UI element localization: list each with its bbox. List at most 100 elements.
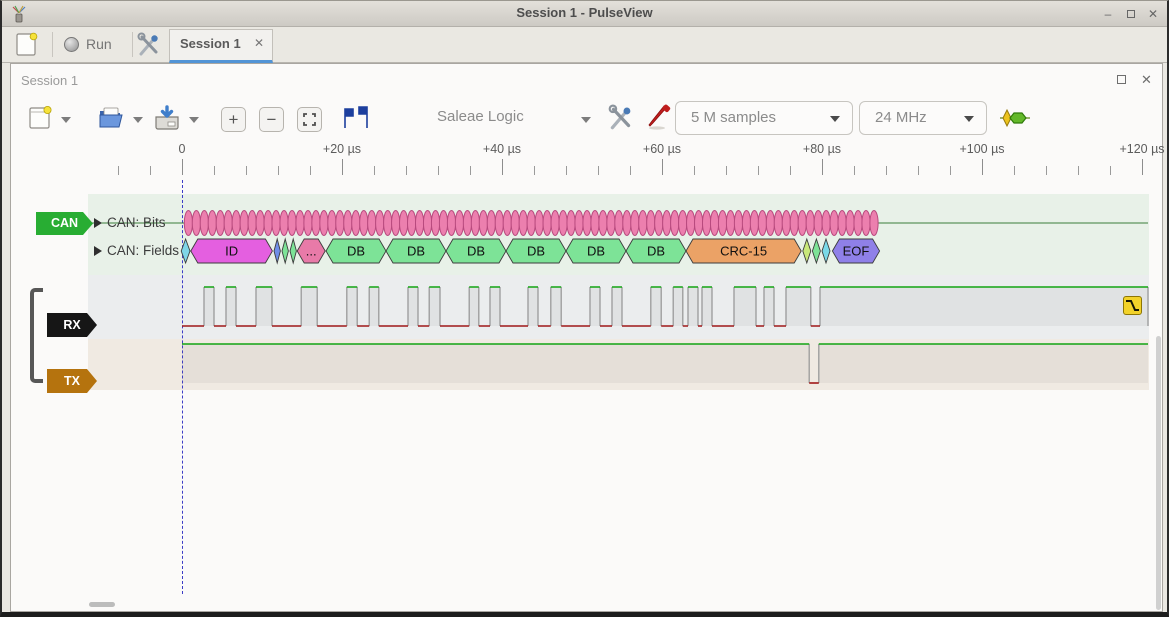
ruler-minor-tick bbox=[566, 166, 567, 175]
device-selector[interactable]: Saleae Logic bbox=[437, 108, 524, 125]
new-session-button[interactable] bbox=[12, 31, 42, 59]
trigger-markers-icon[interactable] bbox=[341, 106, 371, 135]
add-decoder-button[interactable] bbox=[999, 109, 1031, 132]
new-dropdown-arrow[interactable] bbox=[61, 117, 71, 123]
channel-group-bracket[interactable] bbox=[30, 288, 43, 383]
wrench-screwdriver-icon bbox=[607, 104, 635, 132]
new-session-file-button[interactable] bbox=[27, 104, 55, 137]
save-icon bbox=[153, 104, 181, 132]
can-decoder-tag[interactable]: CAN bbox=[36, 212, 93, 235]
chevron-down-icon bbox=[964, 116, 974, 122]
rx-channel-tag[interactable]: RX bbox=[47, 313, 97, 337]
ruler-tick-label: +80 µs bbox=[803, 142, 841, 156]
pulseview-window: Session 1 - PulseView – ✕ Run S bbox=[0, 0, 1169, 617]
tab-close-icon[interactable]: ✕ bbox=[254, 36, 264, 50]
window-title: Session 1 - PulseView bbox=[2, 5, 1167, 20]
decoder-icon bbox=[999, 109, 1031, 127]
expand-arrow-icon[interactable] bbox=[94, 246, 102, 256]
ruler-tick-label: +60 µs bbox=[643, 142, 681, 156]
run-button-label: Run bbox=[86, 36, 112, 52]
ruler-minor-tick bbox=[854, 166, 855, 175]
ruler-minor-tick bbox=[726, 166, 727, 175]
ruler-major-tick bbox=[1142, 159, 1143, 175]
tx-channel-tag[interactable]: TX bbox=[47, 369, 97, 393]
falling-edge-icon bbox=[1124, 297, 1141, 314]
can-bits-row-label: CAN: Bits bbox=[107, 215, 166, 230]
ruler-minor-tick bbox=[438, 166, 439, 175]
open-file-button[interactable] bbox=[97, 104, 125, 137]
close-button[interactable]: ✕ bbox=[1145, 6, 1161, 22]
expand-arrow-icon[interactable] bbox=[94, 218, 102, 228]
ruler-minor-tick bbox=[278, 166, 279, 175]
run-state-icon bbox=[64, 37, 79, 52]
device-dropdown-arrow[interactable] bbox=[581, 117, 591, 123]
sample-rate-value: 24 MHz bbox=[875, 109, 927, 126]
falling-edge-trigger-marker[interactable] bbox=[1123, 296, 1142, 315]
open-folder-icon bbox=[97, 104, 125, 132]
maximize-button[interactable] bbox=[1123, 6, 1139, 22]
window-titlebar[interactable]: Session 1 - PulseView – ✕ bbox=[2, 1, 1167, 27]
save-dropdown-arrow[interactable] bbox=[189, 117, 199, 123]
save-button[interactable] bbox=[153, 104, 181, 137]
time-cursor[interactable] bbox=[182, 180, 183, 594]
zoom-in-button[interactable]: + bbox=[221, 107, 246, 132]
run-button[interactable]: Run bbox=[62, 31, 126, 59]
ruler-minor-tick bbox=[758, 166, 759, 175]
maximize-icon bbox=[1127, 10, 1135, 18]
tx-trace-row[interactable] bbox=[88, 339, 1149, 390]
dock-close-button[interactable]: ✕ bbox=[1141, 72, 1152, 88]
ruler-minor-tick bbox=[310, 166, 311, 175]
ruler-minor-tick bbox=[406, 166, 407, 175]
settings-button[interactable] bbox=[136, 32, 162, 58]
ruler-minor-tick bbox=[150, 166, 151, 175]
ruler-major-tick bbox=[182, 159, 183, 175]
rx-trace-row[interactable] bbox=[88, 275, 1149, 339]
can-fields-row-label: CAN: Fields bbox=[107, 243, 179, 258]
new-document-icon bbox=[27, 104, 55, 132]
session-panel: Session 1 ✕ + bbox=[10, 63, 1163, 612]
main-toolbar: Run Session 1 ✕ bbox=[2, 27, 1167, 63]
ruler-major-tick bbox=[342, 159, 343, 175]
sample-rate-combo[interactable]: 24 MHz bbox=[859, 101, 987, 135]
channels-button[interactable] bbox=[643, 104, 671, 137]
minimize-button[interactable]: – bbox=[1100, 6, 1116, 22]
ruler-tick-label: +20 µs bbox=[323, 142, 361, 156]
ruler-tick-label: +40 µs bbox=[483, 142, 521, 156]
ruler-minor-tick bbox=[630, 166, 631, 175]
horizontal-scrollbar[interactable] bbox=[89, 602, 115, 607]
ruler-tick-label: +120 µs bbox=[1119, 142, 1164, 156]
sample-count-combo[interactable]: 5 M samples bbox=[675, 101, 853, 135]
toolbar-separator bbox=[52, 32, 53, 57]
float-icon bbox=[1117, 75, 1126, 84]
ruler-minor-tick bbox=[886, 166, 887, 175]
can-decoder-row[interactable] bbox=[88, 194, 1149, 275]
dock-title: Session 1 bbox=[21, 73, 78, 88]
tab-label: Session 1 bbox=[180, 36, 241, 51]
zoom-fit-button[interactable] bbox=[297, 107, 322, 132]
chevron-down-icon bbox=[830, 116, 840, 122]
ruler-minor-tick bbox=[1014, 166, 1015, 175]
sample-count-value: 5 M samples bbox=[691, 109, 776, 126]
wrench-screwdriver-icon bbox=[136, 32, 162, 58]
open-dropdown-arrow[interactable] bbox=[133, 117, 143, 123]
ruler-minor-tick bbox=[246, 166, 247, 175]
dock-float-button[interactable] bbox=[1117, 75, 1129, 87]
ruler-major-tick bbox=[982, 159, 983, 175]
ruler-minor-tick bbox=[694, 166, 695, 175]
ruler-minor-tick bbox=[1046, 166, 1047, 175]
ruler-minor-tick bbox=[534, 166, 535, 175]
ruler-tick-label: +100 µs bbox=[959, 142, 1004, 156]
device-config-button[interactable] bbox=[607, 104, 635, 137]
zoom-out-button[interactable]: − bbox=[259, 107, 284, 132]
vertical-scrollbar[interactable] bbox=[1156, 336, 1161, 610]
tab-session-1[interactable]: Session 1 ✕ bbox=[169, 29, 273, 63]
ruler-minor-tick bbox=[214, 166, 215, 175]
probe-icon bbox=[643, 104, 671, 132]
ruler-major-tick bbox=[502, 159, 503, 175]
ruler-minor-tick bbox=[598, 166, 599, 175]
ruler-minor-tick bbox=[1078, 166, 1079, 175]
zoom-fit-icon bbox=[298, 108, 321, 131]
ruler-major-tick bbox=[662, 159, 663, 175]
toolbar-separator bbox=[132, 32, 133, 57]
new-document-icon bbox=[12, 31, 42, 59]
